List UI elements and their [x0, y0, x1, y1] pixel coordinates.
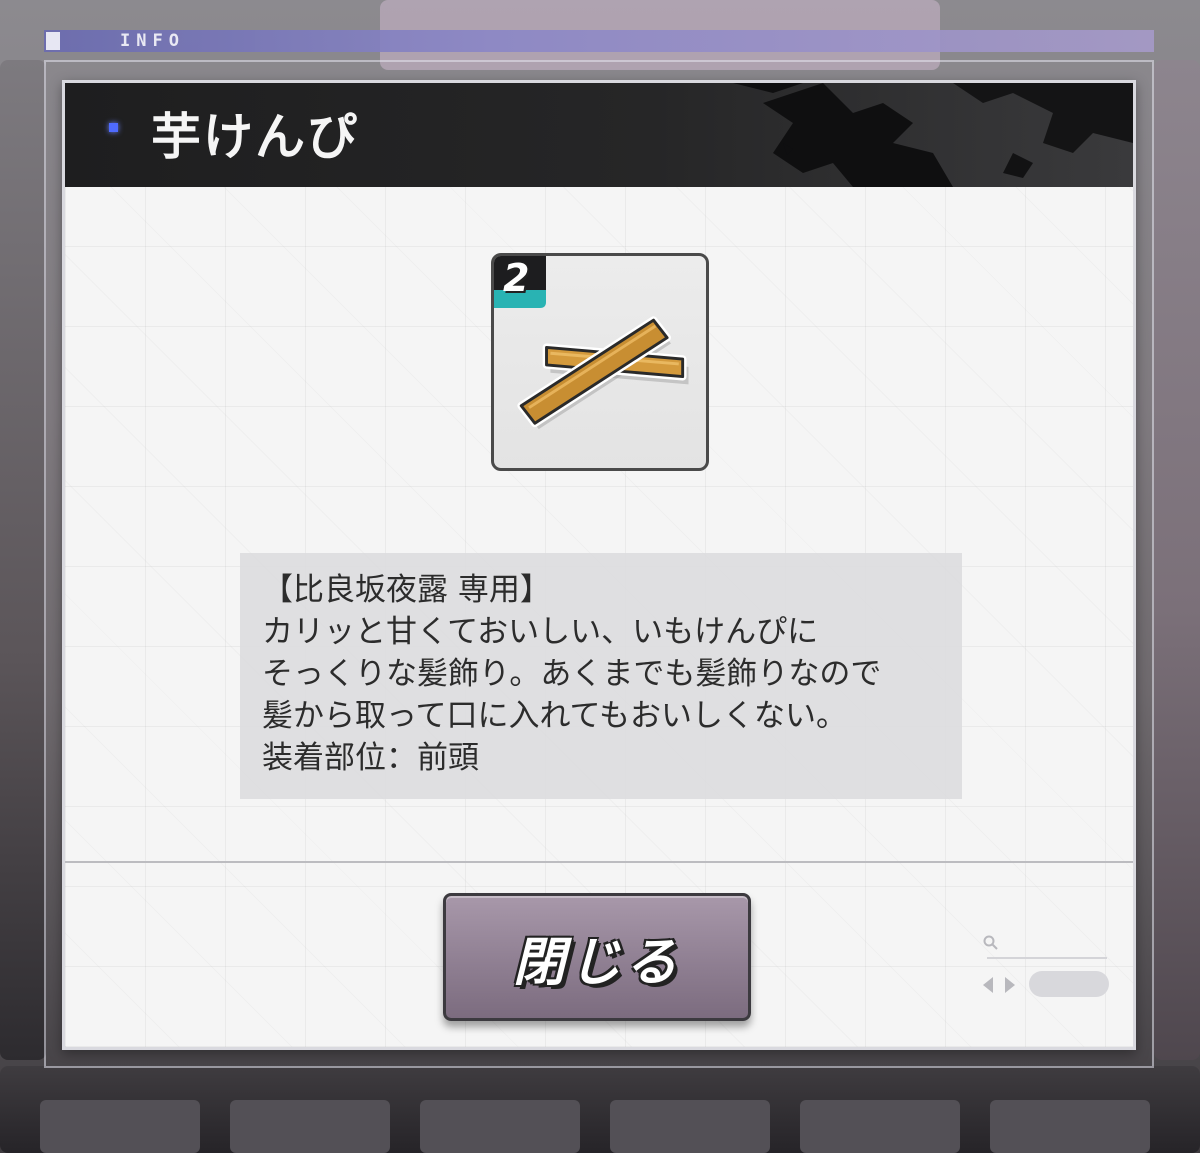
pill-toggle[interactable]: [1029, 971, 1109, 997]
background-blur-right: [1154, 60, 1200, 1060]
search-icon[interactable]: [983, 935, 999, 951]
map-decoration-icon: [733, 83, 1133, 187]
dialog-title: 芋けんぴ: [151, 108, 359, 166]
background-tile: [40, 1100, 200, 1153]
description-line: 髪から取って口に入れてもおいしくない。: [262, 698, 847, 734]
divider: [65, 861, 1133, 863]
description-line: 装着部位：前頭: [262, 740, 479, 776]
background-tile: [800, 1100, 960, 1153]
close-button-label: 閉じる: [512, 932, 681, 993]
description-line: そっくりな髪飾り。あくまでも髪飾りなので: [262, 656, 882, 692]
imokenpi-stick-icon: [517, 316, 689, 430]
info-label: INFO: [120, 31, 185, 51]
background-tile: [420, 1100, 580, 1153]
mini-controls: [977, 933, 1117, 1003]
background-tile: [230, 1100, 390, 1153]
search-underline: [987, 957, 1107, 959]
description-line: カリッと甘くておいしい、いもけんぴに: [262, 614, 819, 650]
background-blur-left: [0, 60, 46, 1060]
close-button[interactable]: 閉じる: [443, 893, 751, 1021]
dialog-title-bar: 芋けんぴ: [65, 83, 1133, 187]
title-dot-icon: [109, 123, 118, 132]
item-info-dialog: 芋けんぴ 2 【比良坂夜露 専用】 カリッと甘くておいしい、いもけんぴに そっく…: [62, 80, 1136, 1050]
description-line: 【比良坂夜露 専用】: [262, 572, 551, 608]
info-marker-icon: [46, 32, 60, 50]
background-tile: [610, 1100, 770, 1153]
arrow-right-icon[interactable]: [1003, 975, 1017, 995]
item-icon-card: 2: [491, 253, 709, 471]
background-tile: [990, 1100, 1150, 1153]
arrow-left-icon[interactable]: [981, 975, 995, 995]
item-description-box: 【比良坂夜露 専用】 カリッと甘くておいしい、いもけんぴに そっくりな髪飾り。あ…: [240, 553, 962, 799]
info-header-bar: INFO: [44, 30, 1154, 52]
